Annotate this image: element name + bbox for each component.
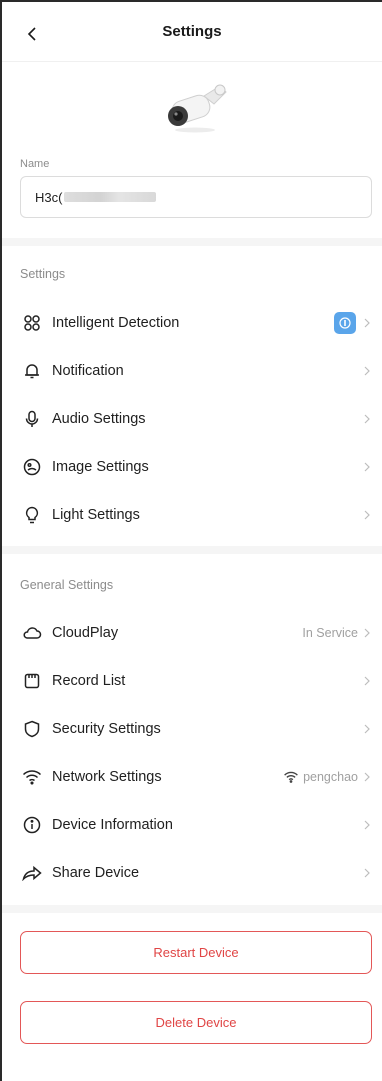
wifi-icon bbox=[22, 767, 42, 787]
wifi-small-icon bbox=[284, 771, 298, 783]
row-audio-settings[interactable]: Audio Settings bbox=[2, 395, 382, 443]
bell-icon bbox=[22, 361, 42, 381]
redacted-text bbox=[64, 192, 157, 202]
row-device-information[interactable]: Device Information bbox=[2, 801, 382, 849]
image-icon bbox=[22, 457, 42, 477]
chevron-right-icon bbox=[362, 626, 372, 640]
device-name-field[interactable]: H3c( bbox=[20, 176, 372, 218]
cloudplay-status: In Service bbox=[302, 626, 358, 640]
row-share-device[interactable]: Share Device bbox=[2, 849, 382, 897]
chevron-right-icon bbox=[362, 460, 372, 474]
chevron-right-icon bbox=[362, 674, 372, 688]
section-divider bbox=[2, 546, 382, 554]
row-label: Network Settings bbox=[52, 769, 162, 785]
row-notification[interactable]: Notification bbox=[2, 347, 382, 395]
row-label: Image Settings bbox=[52, 459, 149, 475]
row-label: Audio Settings bbox=[52, 411, 146, 427]
chevron-right-icon bbox=[362, 866, 372, 880]
row-label: Notification bbox=[52, 363, 124, 379]
row-intelligent-detection[interactable]: Intelligent Detection bbox=[2, 299, 382, 347]
camera-image bbox=[168, 84, 227, 133]
general-section-title: General Settings bbox=[20, 578, 114, 592]
name-label: Name bbox=[20, 158, 50, 170]
section-divider bbox=[2, 238, 382, 246]
chevron-right-icon bbox=[362, 316, 372, 330]
row-label: Security Settings bbox=[52, 721, 161, 737]
detection-icon bbox=[22, 313, 42, 333]
ai-badge-icon bbox=[334, 312, 356, 334]
cloud-icon bbox=[22, 623, 42, 643]
chevron-right-icon bbox=[362, 770, 372, 784]
row-label: Share Device bbox=[52, 865, 140, 881]
row-security-settings[interactable]: Security Settings bbox=[2, 705, 382, 753]
chevron-right-icon bbox=[362, 722, 372, 736]
sd-card-icon bbox=[22, 671, 42, 691]
top-bar: Settings bbox=[2, 2, 382, 62]
phone-frame bbox=[0, 0, 382, 1081]
chevron-right-icon bbox=[362, 818, 372, 832]
share-icon bbox=[22, 863, 42, 883]
row-network-settings[interactable]: Network Settings pengchao bbox=[2, 753, 382, 801]
row-record-list[interactable]: Record List bbox=[2, 657, 382, 705]
device-name-value: H3c( bbox=[35, 189, 63, 205]
back-button[interactable] bbox=[20, 22, 44, 46]
page-title: Settings bbox=[162, 23, 222, 40]
row-label: Intelligent Detection bbox=[52, 315, 180, 331]
settings-section-title: Settings bbox=[20, 267, 66, 281]
microphone-icon bbox=[22, 409, 42, 429]
row-cloudplay[interactable]: CloudPlay In Service bbox=[2, 609, 382, 657]
row-label: Device Information bbox=[52, 817, 173, 833]
chevron-left-icon bbox=[27, 27, 36, 41]
row-image-settings[interactable]: Image Settings bbox=[2, 443, 382, 491]
chevron-right-icon bbox=[362, 508, 372, 522]
section-divider bbox=[2, 905, 382, 913]
lightbulb-icon bbox=[22, 505, 42, 525]
restart-device-button[interactable]: Restart Device bbox=[20, 931, 372, 974]
chevron-right-icon bbox=[362, 412, 372, 426]
delete-device-button[interactable]: Delete Device bbox=[20, 1001, 372, 1044]
info-icon bbox=[22, 815, 42, 835]
network-name: pengchao bbox=[303, 770, 358, 784]
row-light-settings[interactable]: Light Settings bbox=[2, 491, 382, 539]
row-label: Record List bbox=[52, 673, 126, 689]
row-label: CloudPlay bbox=[52, 625, 119, 641]
row-label: Light Settings bbox=[52, 507, 140, 523]
shield-icon bbox=[22, 719, 42, 739]
chevron-right-icon bbox=[362, 364, 372, 378]
